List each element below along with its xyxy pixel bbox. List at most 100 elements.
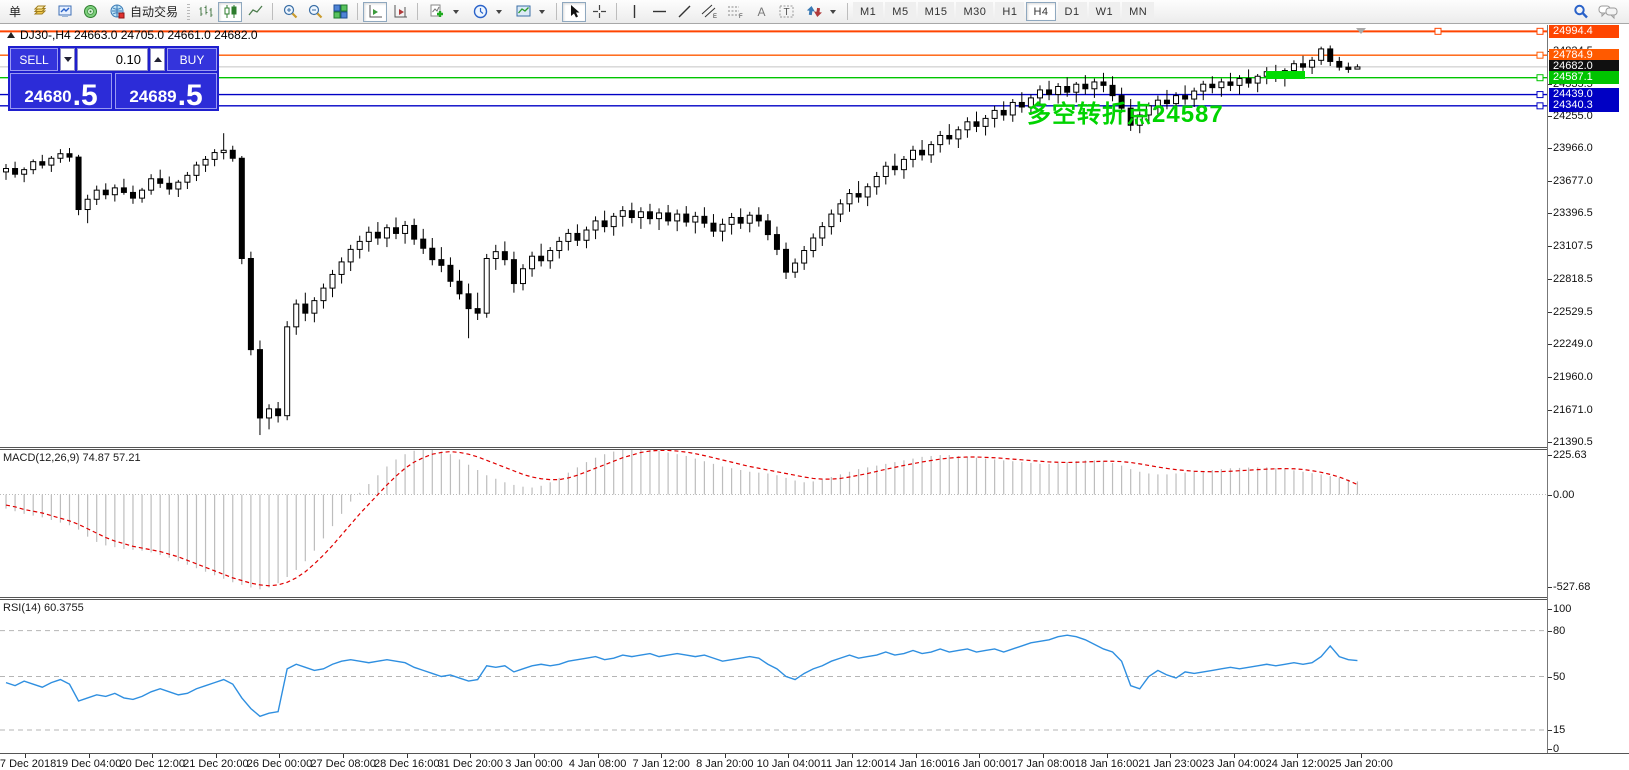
candle-body (1074, 84, 1079, 92)
collapse-panel-icon[interactable] (7, 32, 15, 38)
timeframe-button-w1[interactable]: W1 (1089, 2, 1121, 21)
line-handle[interactable] (1537, 103, 1543, 109)
axis-tick-label: -527.68 (1553, 581, 1590, 593)
fibonacci-icon: F (726, 3, 745, 20)
market-watch-button[interactable] (53, 2, 77, 22)
line-handle[interactable] (1537, 52, 1543, 58)
toolbar: 单 (0, 0, 1629, 24)
chart-title-row: DJ30-,H4 24663.0 24705.0 24661.0 24682.0 (7, 28, 258, 42)
bar-chart-type-button[interactable] (193, 2, 217, 22)
tile-windows-icon (332, 3, 349, 20)
candle-body (929, 145, 934, 155)
annotation-text[interactable]: 多空转折点24587 (1027, 100, 1224, 128)
time-axis[interactable]: 17 Dec 201819 Dec 04:0020 Dec 12:0021 De… (0, 753, 1629, 770)
volume-increase-button[interactable] (150, 48, 165, 71)
new-order-button[interactable]: 单 (3, 2, 27, 22)
chat-button[interactable] (1594, 2, 1622, 22)
line-chart-type-button[interactable] (243, 2, 267, 22)
sell-price-button[interactable]: 24680 .5 (10, 73, 112, 109)
timeframe-group: M1M5M15M30H1H4D1W1MN (853, 2, 1156, 21)
axis-tick-mark (1548, 312, 1552, 313)
timeframe-button-mn[interactable]: MN (1122, 2, 1154, 21)
equidistant-channel-tool-button[interactable]: E (697, 2, 722, 22)
toolbar-separator (616, 3, 617, 20)
main-chart-pane[interactable]: 多空转折点24587 (0, 25, 1547, 447)
label-tool-icon: T (777, 3, 796, 20)
search-button[interactable] (1569, 2, 1593, 22)
candle-body (829, 214, 834, 227)
candle-body (1047, 90, 1052, 95)
candle-body (811, 238, 816, 251)
sell-button[interactable]: SELL (10, 48, 58, 71)
trendline-tool-button[interactable] (672, 2, 696, 22)
candle-body (357, 241, 362, 249)
candlestick-chart-type-button[interactable] (218, 2, 242, 22)
zoom-out-button[interactable] (303, 2, 327, 22)
toolbar-separator (417, 3, 418, 20)
indicators-button[interactable] (423, 2, 465, 22)
candle-body (1101, 82, 1106, 85)
timeframe-button-m30[interactable]: M30 (956, 2, 993, 21)
fibonacci-tool-button[interactable]: F (723, 2, 748, 22)
arrows-tool-button[interactable] (800, 2, 842, 22)
time-tick-label: 7 Jan 12:00 (632, 758, 690, 770)
axis-tick-label: 22818.5 (1553, 273, 1593, 285)
price-axis[interactable]: 24824.524535.524255.023966.023677.023396… (1547, 25, 1629, 753)
line-handle[interactable] (1435, 28, 1441, 34)
candle-body (629, 211, 634, 218)
volume-input[interactable] (77, 48, 148, 71)
history-center-button[interactable] (28, 2, 52, 22)
zoom-in-button[interactable] (278, 2, 302, 22)
tile-windows-button[interactable] (328, 2, 352, 22)
horizontal-line-tool-button[interactable] (647, 2, 671, 22)
vertical-line-tool-button[interactable] (622, 2, 646, 22)
line-handle[interactable] (1537, 92, 1543, 98)
chat-bubbles-icon (1597, 3, 1619, 20)
buy-price-button[interactable]: 24689 .5 (115, 73, 217, 109)
axis-tick-mark (1548, 410, 1552, 411)
timeframe-button-h1[interactable]: H1 (995, 2, 1024, 21)
buy-button[interactable]: BUY (167, 48, 217, 71)
timeframe-button-h4[interactable]: H4 (1026, 2, 1055, 21)
candle-body (303, 304, 308, 313)
candle-body (1192, 91, 1197, 99)
timeframe-button-m1[interactable]: M1 (853, 2, 883, 21)
quotes-monitor-icon (57, 3, 74, 20)
candle-body (312, 301, 317, 314)
candle-body (756, 215, 761, 221)
candle-body (339, 262, 344, 275)
axis-tick-mark (1548, 609, 1552, 610)
candle-body (457, 281, 462, 294)
text-label-tool-button[interactable]: T (774, 2, 799, 22)
highlight-rectangle[interactable] (1266, 71, 1305, 79)
candle-body (13, 169, 18, 175)
candle-body (784, 249, 789, 272)
crosshair-tool-button[interactable] (587, 2, 611, 22)
candle-body (1346, 67, 1351, 69)
macd-pane[interactable] (0, 450, 1547, 597)
line-handle[interactable] (1537, 28, 1543, 34)
templates-button[interactable] (509, 2, 551, 22)
candle-body (140, 190, 145, 198)
price-line-badge: 24340.3 (1549, 99, 1619, 112)
timeframe-button-d1[interactable]: D1 (1058, 2, 1087, 21)
auto-scroll-button[interactable] (388, 2, 412, 22)
triangle-up-icon (154, 57, 162, 62)
sound-alerts-button[interactable] (78, 2, 102, 22)
text-tool-button[interactable]: A (749, 2, 773, 22)
candle-body (611, 216, 616, 226)
candle-body (793, 263, 798, 272)
timeframe-button-m5[interactable]: M5 (885, 2, 915, 21)
auto-trading-button[interactable]: 自动交易 (103, 2, 184, 22)
candle-body (221, 150, 226, 152)
toolbar-separator (556, 3, 557, 20)
cursor-tool-button[interactable] (562, 2, 586, 22)
timeframe-button-m15[interactable]: M15 (918, 2, 955, 21)
line-handle[interactable] (1537, 75, 1543, 81)
rsi-pane[interactable] (0, 600, 1547, 753)
volume-decrease-button[interactable] (60, 48, 75, 71)
periods-button[interactable] (466, 2, 508, 22)
rsi-indicator-label: RSI(14) 60.3755 (3, 602, 84, 614)
chart-shift-button[interactable] (363, 2, 387, 22)
cursor-arrow-icon (566, 3, 583, 20)
